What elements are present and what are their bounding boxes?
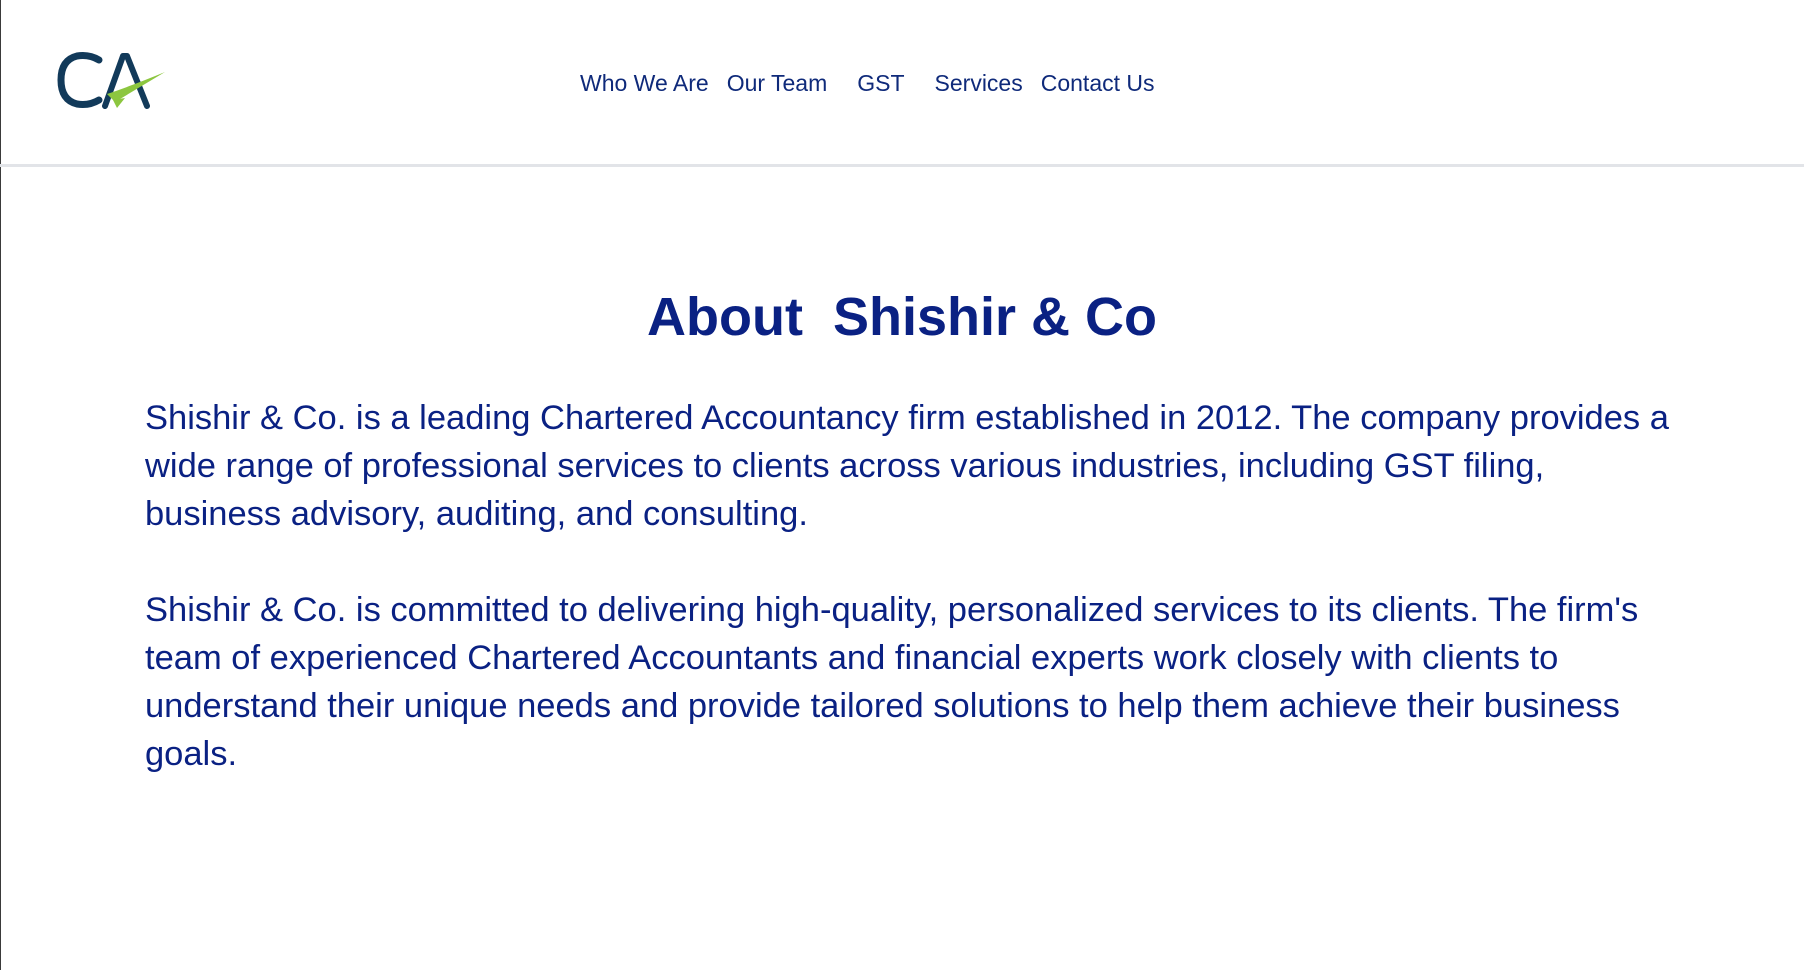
page-title: About Shishir & Co [647, 287, 1157, 347]
nav-our-team[interactable]: Our Team [727, 68, 828, 98]
main-nav: Who We Are Our Team GST Services Contact… [580, 68, 1155, 98]
site-header: Who We Are Our Team GST Services Contact… [0, 0, 1804, 167]
nav-services[interactable]: Services [935, 68, 1023, 98]
about-paragraph-2: Shishir & Co. is committed to delivering… [145, 591, 1639, 773]
ca-logo-icon [57, 52, 165, 109]
nav-contact-us[interactable]: Contact Us [1041, 68, 1155, 98]
ca-logo[interactable] [55, 50, 167, 114]
about-content: Shishir & Co. is a leading Chartered Acc… [145, 394, 1675, 826]
nav-who-we-are[interactable]: Who We Are [580, 68, 709, 98]
about-paragraph-1: Shishir & Co. is a leading Chartered Acc… [145, 399, 1669, 533]
nav-gst[interactable]: GST [857, 68, 904, 98]
page: Who We Are Our Team GST Services Contact… [0, 0, 1804, 970]
